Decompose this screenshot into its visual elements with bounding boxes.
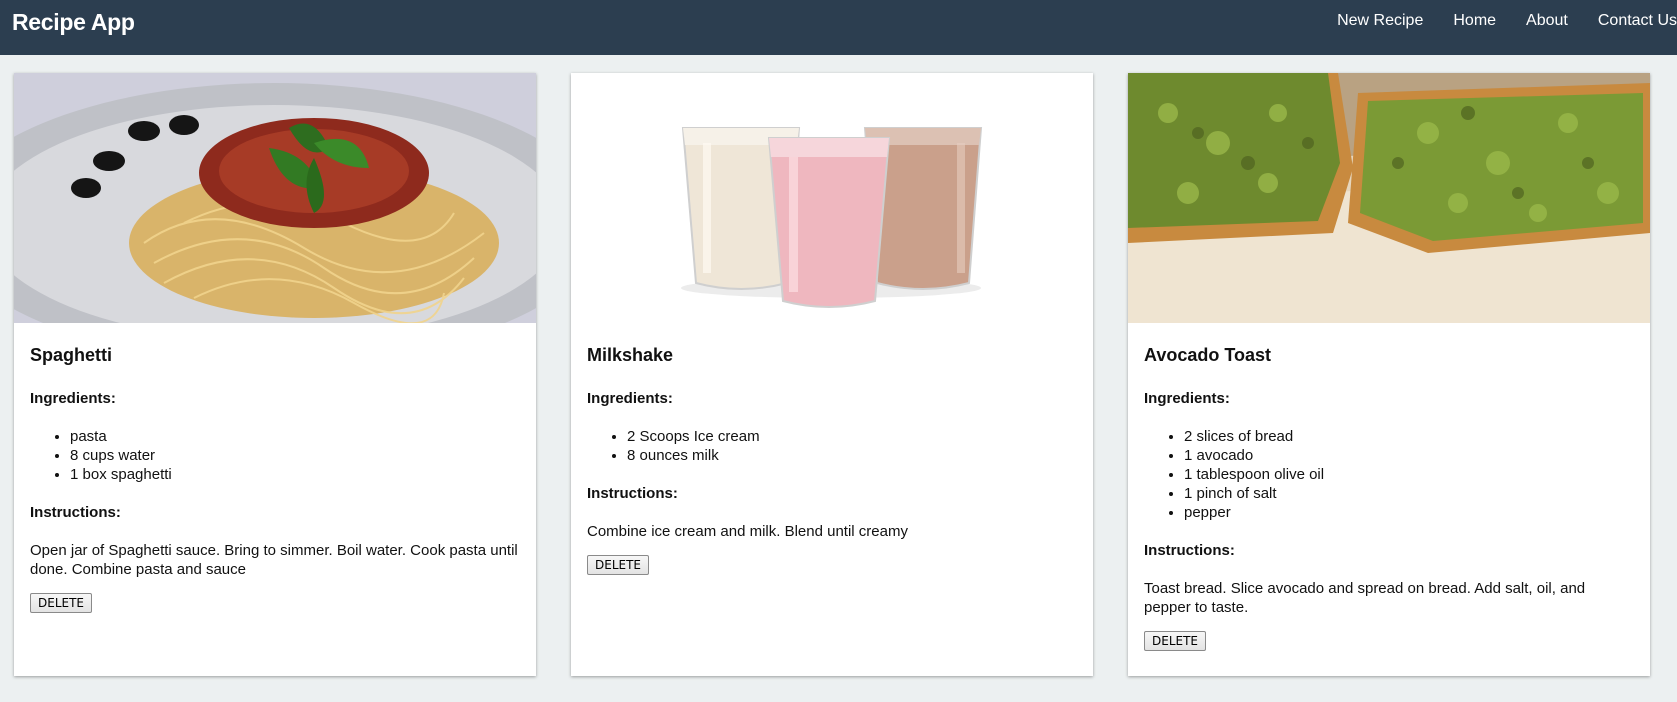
- ingredients-list: pasta 8 cups water 1 box spaghetti: [70, 427, 520, 484]
- navbar: Recipe App New Recipe Home About Contact…: [0, 0, 1677, 55]
- ingredient-item: 1 avocado: [1184, 446, 1634, 465]
- ingredients-heading: Ingredients:: [587, 390, 673, 407]
- recipe-image-milkshake: [571, 73, 1093, 323]
- instructions-heading: Instructions:: [1144, 542, 1235, 559]
- ingredient-item: 2 Scoops Ice cream: [627, 427, 1077, 446]
- ingredients-list: 2 Scoops Ice cream 8 ounces milk: [627, 427, 1077, 465]
- ingredient-item: 1 tablespoon olive oil: [1184, 465, 1634, 484]
- recipe-title: Spaghetti: [30, 345, 113, 365]
- recipe-title: Avocado Toast: [1144, 345, 1272, 365]
- recipe-body: Milkshake Ingredients: 2 Scoops Ice crea…: [571, 323, 1093, 575]
- nav-new-recipe[interactable]: New Recipe: [1337, 12, 1423, 30]
- app-title[interactable]: Recipe App: [12, 9, 135, 36]
- recipe-card-avocado-toast: Avocado Toast Ingredients: 2 slices of b…: [1128, 73, 1650, 676]
- instructions-heading: Instructions:: [587, 485, 678, 502]
- nav-about[interactable]: About: [1526, 12, 1568, 30]
- ingredients-heading: Ingredients:: [30, 390, 116, 407]
- ingredient-item: pepper: [1184, 503, 1634, 522]
- ingredients-list: 2 slices of bread 1 avocado 1 tablespoon…: [1184, 427, 1634, 522]
- ingredient-item: pasta: [70, 427, 520, 446]
- recipe-body: Avocado Toast Ingredients: 2 slices of b…: [1128, 323, 1650, 651]
- ingredient-item: 8 ounces milk: [627, 446, 1077, 465]
- delete-button[interactable]: DELETE: [1144, 631, 1207, 651]
- delete-button[interactable]: DELETE: [587, 555, 650, 575]
- ingredients-heading: Ingredients:: [1144, 390, 1230, 407]
- instructions-text: Open jar of Spaghetti sauce. Bring to si…: [30, 542, 518, 578]
- nav-links: New Recipe Home About Contact Us: [1307, 12, 1677, 30]
- instructions-text: Combine ice cream and milk. Blend until …: [587, 523, 908, 540]
- ingredient-item: 2 slices of bread: [1184, 427, 1634, 446]
- nav-contact-us[interactable]: Contact Us: [1598, 12, 1677, 30]
- ingredient-item: 8 cups water: [70, 446, 520, 465]
- ingredient-item: 1 pinch of salt: [1184, 484, 1634, 503]
- recipe-title: Milkshake: [587, 345, 674, 365]
- recipe-card-spaghetti: Spaghetti Ingredients: pasta 8 cups wate…: [14, 73, 536, 676]
- recipe-card-milkshake: Milkshake Ingredients: 2 Scoops Ice crea…: [571, 73, 1093, 676]
- instructions-heading: Instructions:: [30, 504, 121, 521]
- nav-home[interactable]: Home: [1453, 12, 1496, 30]
- recipe-image-spaghetti: [14, 73, 536, 323]
- instructions-text: Toast bread. Slice avocado and spread on…: [1144, 580, 1586, 616]
- ingredient-item: 1 box spaghetti: [70, 465, 520, 484]
- recipe-image-avocado-toast: [1128, 73, 1650, 323]
- delete-button[interactable]: DELETE: [30, 593, 93, 613]
- recipe-body: Spaghetti Ingredients: pasta 8 cups wate…: [14, 323, 536, 613]
